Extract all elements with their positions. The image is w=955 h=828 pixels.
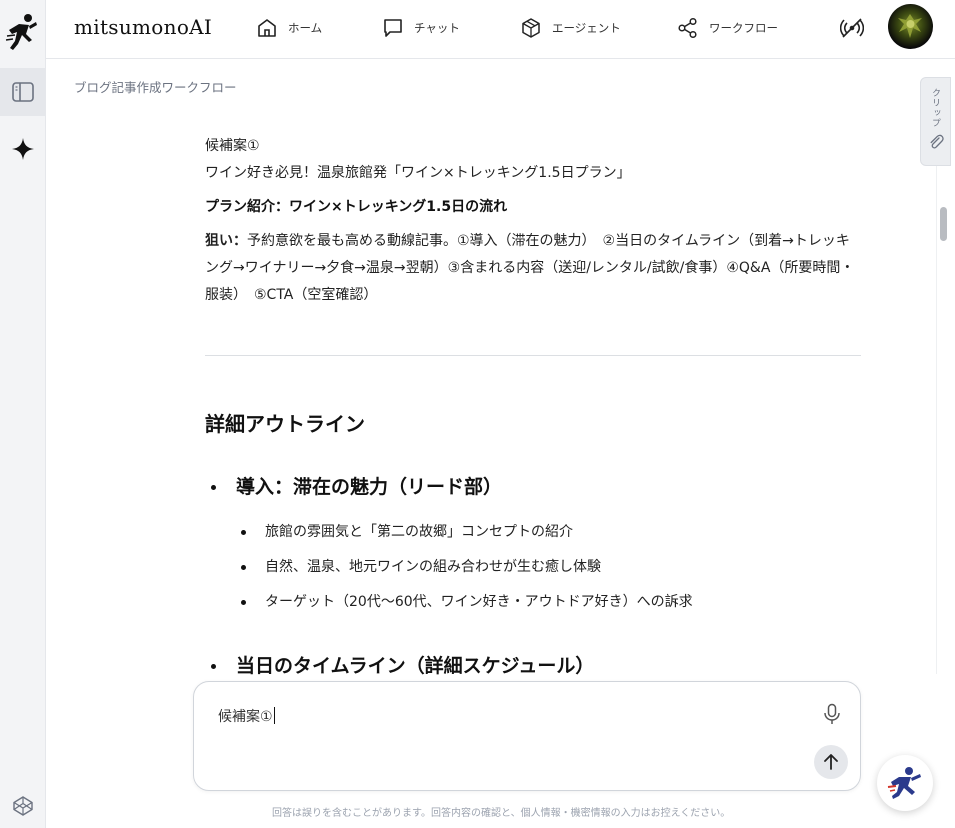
section-heading-timeline: 当日のタイムライン（詳細スケジュール） bbox=[205, 651, 594, 678]
nav-agent[interactable]: エージェント bbox=[520, 16, 621, 40]
ninja-runner-icon bbox=[887, 767, 921, 799]
home-icon bbox=[258, 19, 276, 37]
bullet bbox=[241, 564, 246, 570]
message-input-value: 候補案① bbox=[218, 709, 273, 725]
runner-logo-icon[interactable] bbox=[5, 12, 39, 52]
outline-heading: 詳細アウトライン bbox=[205, 412, 365, 436]
section-heading-intro: 導入：滞在の魅力（リード部） bbox=[205, 472, 502, 499]
chat-icon bbox=[384, 19, 402, 37]
nav-chat[interactable]: チャット bbox=[382, 16, 460, 40]
realtime-button[interactable] bbox=[839, 16, 865, 40]
section-divider bbox=[205, 355, 861, 356]
bullet bbox=[241, 599, 246, 605]
user-avatar[interactable] bbox=[888, 4, 933, 49]
broadcast-icon bbox=[839, 18, 865, 38]
send-button[interactable] bbox=[814, 745, 848, 779]
voice-input-button[interactable] bbox=[820, 702, 844, 726]
aim-paragraph: 狙い：予約意欲を最も高める動線記事。①導入（滞在の魅力） ②当日のタイムライン（… bbox=[205, 228, 863, 309]
section-heading-timeline-text: 当日のタイムライン（詳細スケジュール） bbox=[236, 655, 595, 677]
left-rail bbox=[0, 0, 46, 828]
codepen-cube-icon bbox=[13, 796, 33, 816]
microphone-icon bbox=[824, 703, 840, 724]
list-item: ターゲット（20代〜60代、ワイン好き・アウトドア好き）への訴求 bbox=[241, 591, 693, 611]
brand-name[interactable]: mitsumonoAI bbox=[74, 15, 212, 39]
list-item: 自然、温泉、地元ワインの組み合わせが生む癒し体験 bbox=[241, 556, 601, 576]
disclaimer-text: 回答は誤りを含むことがあります。回答内容の確認と、個人情報・機密情報の入力はお控… bbox=[272, 808, 731, 819]
candidate-label: 候補案① bbox=[205, 138, 260, 154]
scrollbar-track[interactable] bbox=[936, 166, 950, 674]
top-header: mitsumonoAI ホーム チャット エージェント ワークフロー bbox=[46, 0, 955, 59]
nav-agent-label: エージェント bbox=[552, 21, 621, 35]
cube-icon bbox=[522, 18, 540, 38]
bullet bbox=[241, 529, 246, 535]
candidate-title: ワイン好き必見！温泉旅館発「ワイン×トレッキング1.5日プラン」 bbox=[205, 165, 631, 181]
text-caret bbox=[273, 707, 275, 724]
message-input-text[interactable]: 候補案① bbox=[218, 706, 275, 726]
clip-tab-label: クリップ bbox=[930, 88, 940, 128]
assistant-fab-button[interactable] bbox=[877, 755, 933, 811]
sidebar-panel-icon bbox=[12, 82, 34, 102]
nav-workflow-label: ワークフロー bbox=[709, 21, 778, 35]
nav-home[interactable]: ホーム bbox=[256, 16, 322, 40]
list-item: 旅館の雰囲気と「第二の故郷」コンセプトの紹介 bbox=[241, 521, 573, 541]
bullet bbox=[211, 485, 216, 490]
sparkle-icon bbox=[12, 138, 34, 160]
breadcrumb: ブログ記事作成ワークフロー bbox=[74, 80, 237, 95]
sidebar-toggle-button[interactable] bbox=[0, 68, 46, 116]
bullet bbox=[211, 664, 216, 669]
aim-text: 予約意欲を最も高める動線記事。①導入（滞在の魅力） ②当日のタイムライン（到着→… bbox=[205, 233, 855, 303]
share-nodes-icon bbox=[678, 17, 697, 39]
section-heading-intro-text: 導入：滞在の魅力（リード部） bbox=[236, 476, 503, 498]
list-item-text: 自然、温泉、地元ワインの組み合わせが生む癒し体験 bbox=[265, 559, 601, 575]
aim-label: 狙い： bbox=[205, 233, 247, 249]
settings-button[interactable] bbox=[0, 786, 46, 826]
nav-chat-label: チャット bbox=[414, 21, 460, 35]
nav-workflow[interactable]: ワークフロー bbox=[677, 16, 778, 40]
clip-panel-tab[interactable]: クリップ bbox=[920, 77, 951, 166]
list-item-text: 旅館の雰囲気と「第二の故郷」コンセプトの紹介 bbox=[265, 524, 573, 540]
list-item-text: ターゲット（20代〜60代、ワイン好き・アウトドア好き）への訴求 bbox=[265, 594, 693, 610]
arrow-up-icon bbox=[824, 754, 838, 770]
nav-home-label: ホーム bbox=[288, 21, 323, 35]
paperclip-icon bbox=[930, 134, 944, 149]
scrollbar-thumb[interactable] bbox=[940, 207, 947, 241]
plan-heading: プラン紹介：ワイン×トレッキング1.5日の流れ bbox=[205, 199, 508, 215]
message-input[interactable]: 候補案① bbox=[193, 681, 861, 791]
new-chat-button[interactable] bbox=[0, 126, 46, 172]
